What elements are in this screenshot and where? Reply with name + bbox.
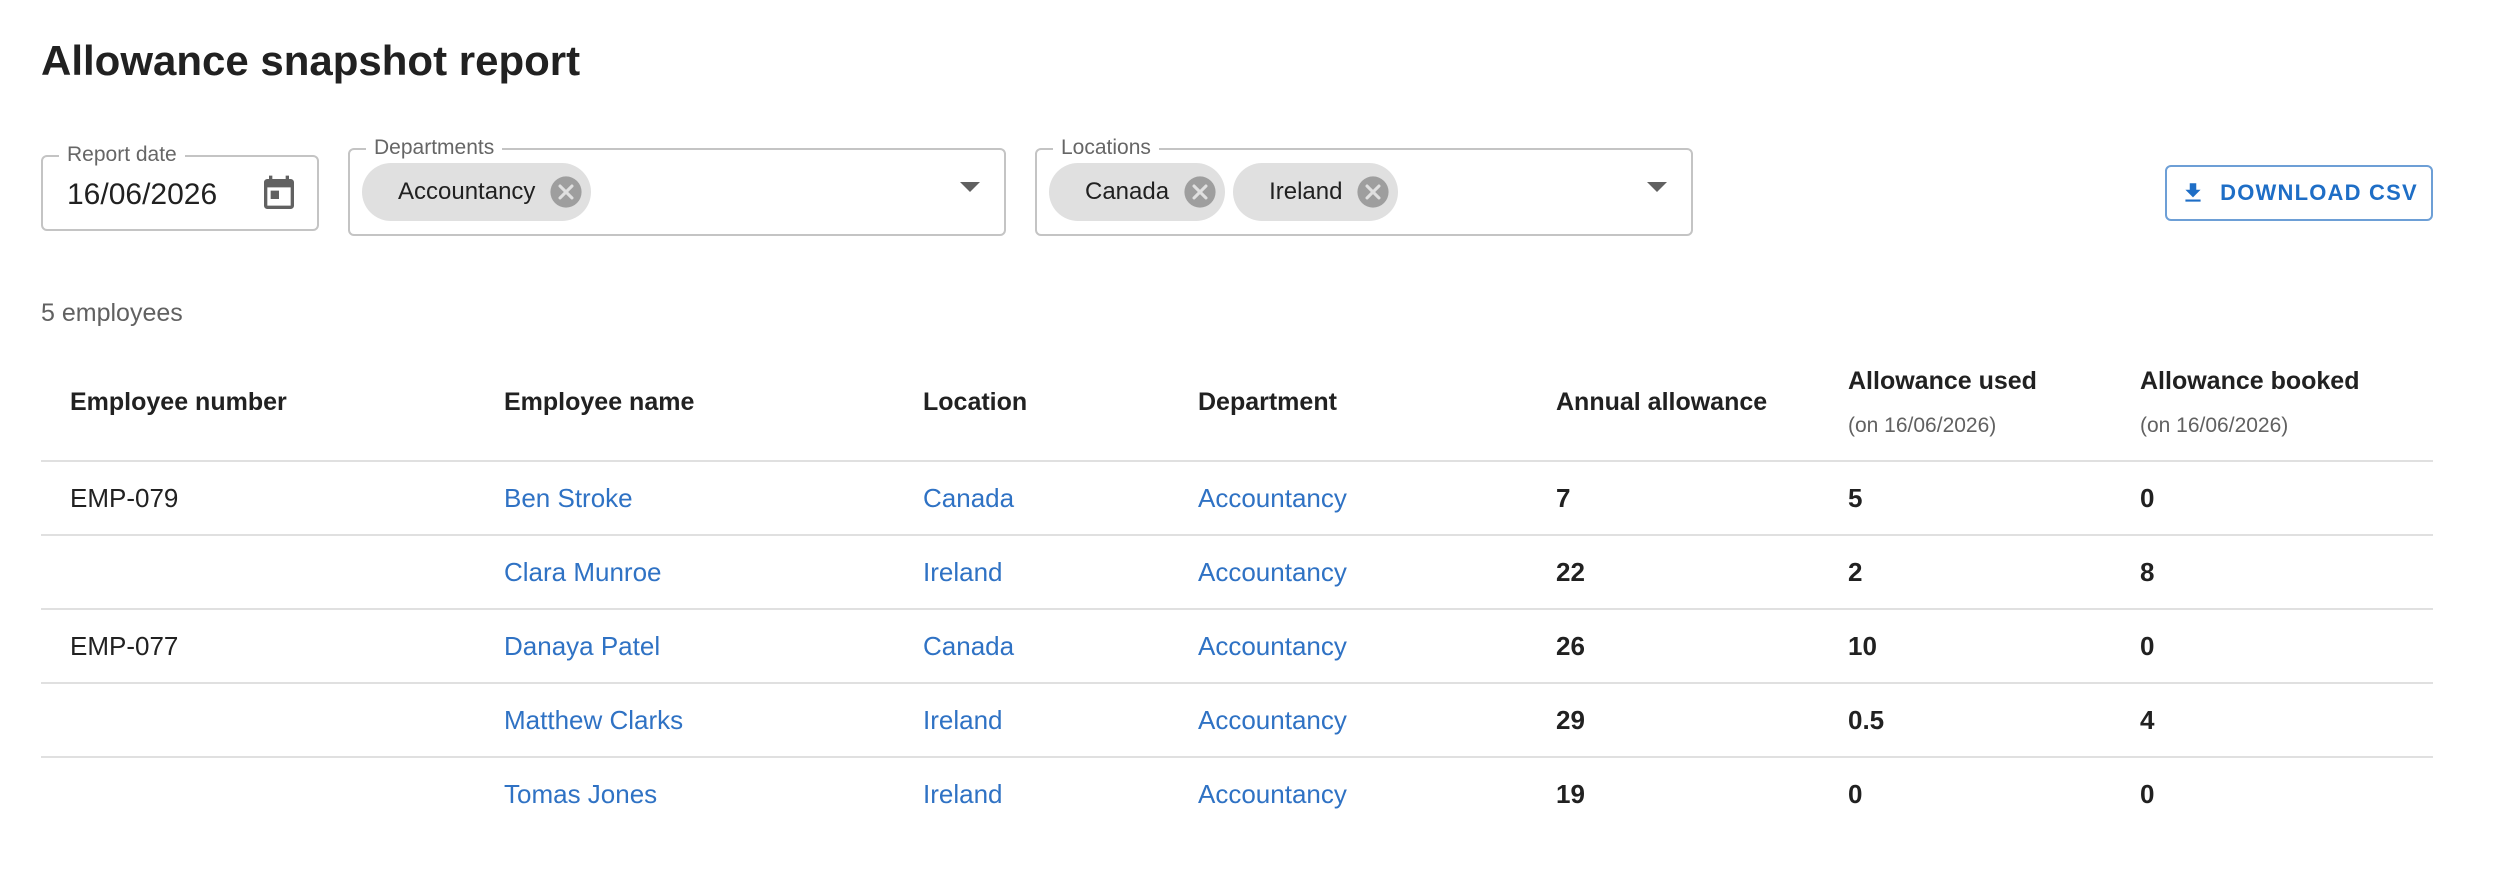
report-date-field[interactable]: Report date 16/06/2026 bbox=[41, 141, 319, 231]
table-row: Clara Munroe Ireland Accountancy 22 2 8 bbox=[41, 535, 2433, 610]
chip-label: Ireland bbox=[1269, 178, 1343, 205]
header-allowance-booked[interactable]: Allowance booked (on 16/06/2026) bbox=[2140, 344, 2433, 462]
allowance-used-cell: 0.5 bbox=[1848, 683, 2140, 758]
department-link[interactable]: Accountancy bbox=[1198, 705, 1347, 735]
table-row: Tomas Jones Ireland Accountancy 19 0 0 bbox=[41, 757, 2433, 830]
chip-accountancy: Accountancy bbox=[362, 163, 592, 221]
annual-allowance-cell: 29 bbox=[1556, 683, 1848, 758]
annual-allowance-cell: 26 bbox=[1556, 609, 1848, 684]
calendar-icon[interactable] bbox=[259, 174, 299, 214]
employee-name-link[interactable]: Danaya Patel bbox=[504, 631, 660, 661]
header-allowance-used[interactable]: Allowance used (on 16/06/2026) bbox=[1848, 344, 2140, 462]
header-employee-name[interactable]: Employee name bbox=[504, 344, 923, 462]
annual-allowance-cell: 7 bbox=[1556, 461, 1848, 536]
location-link[interactable]: Ireland bbox=[923, 705, 1003, 735]
chip-ireland: Ireland bbox=[1233, 163, 1399, 221]
table-row: Matthew Clarks Ireland Accountancy 29 0.… bbox=[41, 683, 2433, 758]
annual-allowance-cell: 22 bbox=[1556, 535, 1848, 610]
report-date-value[interactable]: 16/06/2026 bbox=[67, 177, 217, 213]
location-link[interactable]: Ireland bbox=[923, 779, 1003, 809]
employee-name-link[interactable]: Clara Munroe bbox=[504, 557, 662, 587]
location-link[interactable]: Canada bbox=[923, 483, 1014, 513]
chip-label: Accountancy bbox=[398, 178, 536, 205]
chevron-down-icon[interactable] bbox=[960, 182, 980, 192]
download-csv-button[interactable]: DOWNLOAD CSV bbox=[2165, 165, 2433, 221]
location-link[interactable]: Canada bbox=[923, 631, 1014, 661]
locations-chip-list: Canada Ireland bbox=[1049, 163, 1399, 221]
employee-name-link[interactable]: Tomas Jones bbox=[504, 779, 657, 809]
allowance-used-cell: 0 bbox=[1848, 778, 1863, 809]
header-department[interactable]: Department bbox=[1198, 344, 1556, 462]
download-csv-label: DOWNLOAD CSV bbox=[2220, 180, 2418, 205]
header-location[interactable]: Location bbox=[923, 344, 1198, 462]
department-link[interactable]: Accountancy bbox=[1198, 483, 1347, 513]
allowance-booked-cell: 8 bbox=[2140, 535, 2433, 610]
header-employee-number[interactable]: Employee number bbox=[41, 344, 504, 462]
remove-chip-icon[interactable] bbox=[1183, 175, 1217, 209]
header-allowance-used-date: (on 16/06/2026) bbox=[1848, 413, 1997, 437]
chip-label: Canada bbox=[1085, 178, 1170, 205]
employee-number-cell: EMP-079 bbox=[41, 461, 504, 536]
header-annual-allowance[interactable]: Annual allowance bbox=[1556, 344, 1848, 462]
allowance-used-cell: 10 bbox=[1848, 609, 2140, 684]
allowance-used-cell: 2 bbox=[1848, 535, 2140, 610]
departments-label: Departments bbox=[366, 134, 503, 162]
departments-chip-list: Accountancy bbox=[362, 163, 592, 221]
allowance-booked-cell: 0 bbox=[2140, 778, 2155, 809]
department-link[interactable]: Accountancy bbox=[1198, 779, 1347, 809]
remove-chip-icon[interactable] bbox=[549, 175, 583, 209]
employee-number-cell bbox=[41, 535, 504, 610]
page-title: Allowance snapshot report bbox=[41, 37, 581, 84]
employee-name-link[interactable]: Ben Stroke bbox=[504, 483, 633, 513]
download-icon bbox=[2185, 183, 2201, 202]
allowance-booked-cell: 0 bbox=[2140, 461, 2433, 536]
allowance-booked-cell: 4 bbox=[2140, 683, 2433, 758]
annual-allowance-cell: 19 bbox=[1556, 778, 1585, 809]
allowance-used-cell: 5 bbox=[1848, 461, 2140, 536]
allowance-table: Employee number Employee name Location D… bbox=[41, 344, 2433, 830]
report-date-label: Report date bbox=[59, 141, 185, 169]
table-header-row: Employee number Employee name Location D… bbox=[41, 344, 2433, 462]
employee-number-cell bbox=[41, 683, 504, 758]
employee-name-link[interactable]: Matthew Clarks bbox=[504, 705, 683, 735]
chip-canada: Canada bbox=[1049, 163, 1226, 221]
location-link[interactable]: Ireland bbox=[923, 557, 1003, 587]
table-row: EMP-077 Danaya Patel Canada Accountancy … bbox=[41, 609, 2433, 684]
department-link[interactable]: Accountancy bbox=[1198, 557, 1347, 587]
employee-number-cell bbox=[41, 757, 504, 830]
locations-select[interactable]: Locations Canada Ireland bbox=[1035, 134, 1693, 236]
chevron-down-icon[interactable] bbox=[1647, 182, 1667, 192]
table-row: EMP-079 Ben Stroke Canada Accountancy 7 … bbox=[41, 461, 2433, 536]
department-link[interactable]: Accountancy bbox=[1198, 631, 1347, 661]
employee-number-cell: EMP-077 bbox=[41, 609, 504, 684]
header-allowance-booked-date: (on 16/06/2026) bbox=[2140, 413, 2289, 437]
allowance-booked-cell: 0 bbox=[2140, 609, 2433, 684]
remove-chip-icon[interactable] bbox=[1356, 175, 1390, 209]
employee-count: 5 employees bbox=[41, 299, 183, 327]
departments-select[interactable]: Departments Accountancy bbox=[348, 134, 1006, 236]
locations-label: Locations bbox=[1053, 134, 1159, 162]
